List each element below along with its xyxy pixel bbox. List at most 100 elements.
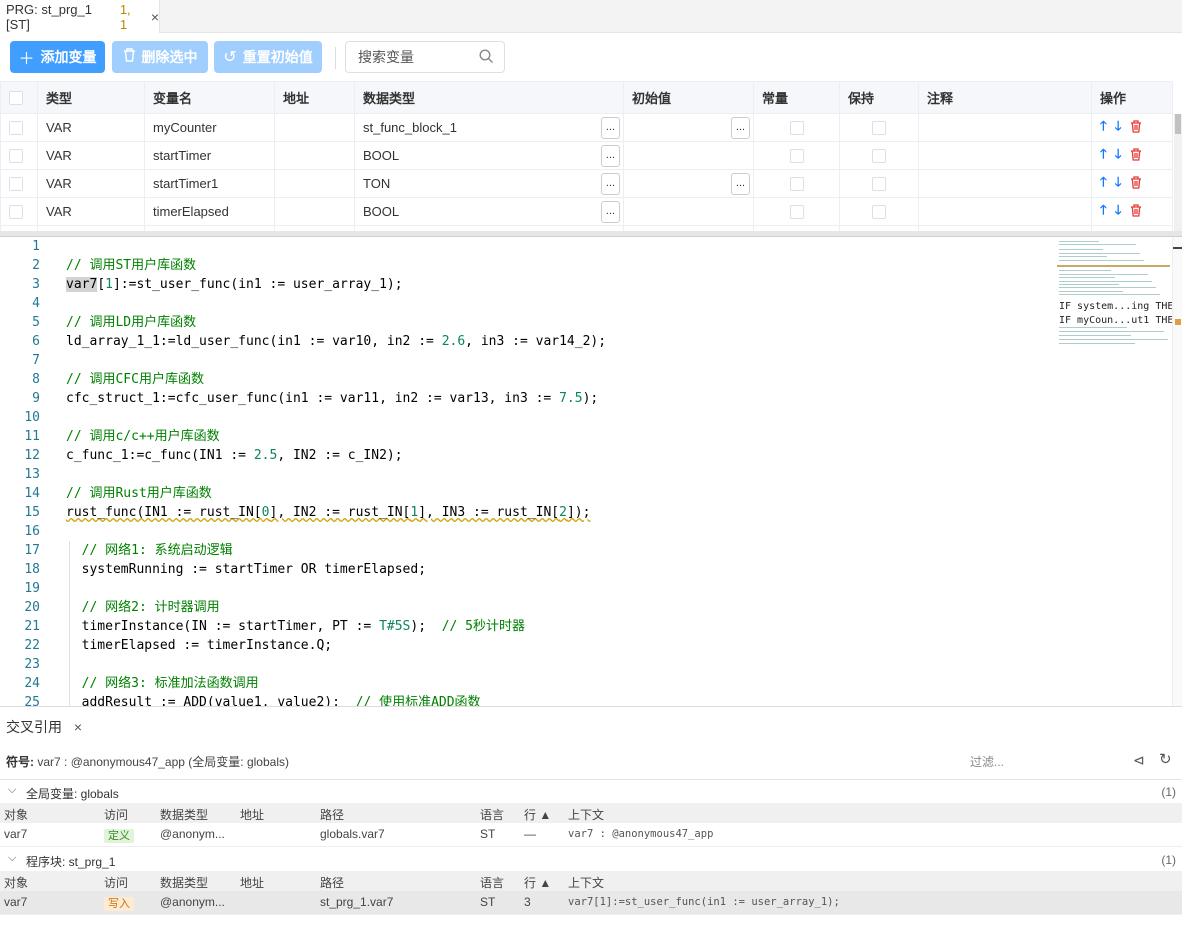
- add-variable-button[interactable]: ＋ 添加变量: [10, 41, 105, 73]
- reset-initial-values-button[interactable]: ↺ 重置初始值: [214, 41, 322, 73]
- code-line[interactable]: systemRunning := startTimer OR timerElap…: [66, 560, 426, 579]
- var-data-type[interactable]: BOOL: [363, 204, 399, 219]
- actions-cell[interactable]: 🡑 🡓: [1091, 141, 1173, 170]
- retain-checkbox[interactable]: [872, 177, 886, 192]
- name-cell[interactable]: startTimer: [144, 141, 275, 170]
- row-checkbox[interactable]: [9, 177, 23, 192]
- select-cell[interactable]: [0, 197, 38, 226]
- code-line[interactable]: timerInstance(IN := startTimer, PT := T#…: [66, 617, 525, 636]
- code-line[interactable]: ld_array_1_1:=ld_user_func(in1 := var10,…: [66, 332, 606, 351]
- name-cell[interactable]: startTimer1: [144, 169, 275, 198]
- delete-row-icon[interactable]: [1130, 119, 1142, 136]
- initial-value-picker-button[interactable]: ...: [731, 117, 750, 139]
- pin-icon[interactable]: ⊲: [1133, 752, 1145, 769]
- kind-cell[interactable]: VAR: [37, 113, 145, 142]
- code-line[interactable]: addResult := ADD(value1, value2); // 使用标…: [66, 693, 481, 706]
- move-down-icon[interactable]: 🡓: [1115, 173, 1122, 195]
- select-cell[interactable]: [0, 141, 38, 170]
- delete-row-icon[interactable]: [1130, 175, 1142, 192]
- retain-cell[interactable]: [839, 197, 919, 226]
- data-type-cell[interactable]: st_func_block_1...: [354, 113, 624, 142]
- name-cell[interactable]: myCounter: [144, 113, 275, 142]
- retain-cell[interactable]: [839, 113, 919, 142]
- retain-checkbox[interactable]: [872, 121, 886, 136]
- reference-row[interactable]: var7 定义 @anonym... globals.var7 ST — var7 : @a…: [0, 823, 1182, 847]
- comment-cell[interactable]: [918, 141, 1092, 170]
- constant-cell[interactable]: [753, 113, 840, 142]
- code-editor[interactable]: 1 2// 调用ST用户库函数 3 var7[1]:=st_user_func(in1…: [0, 237, 1182, 706]
- data-type-cell[interactable]: BOOL...: [354, 197, 624, 226]
- code-line[interactable]: // 调用Rust用户库函数: [66, 484, 212, 503]
- address-cell[interactable]: [274, 141, 355, 170]
- delete-selected-button[interactable]: 删除选中: [112, 41, 208, 73]
- constant-checkbox[interactable]: [789, 149, 804, 164]
- reference-row[interactable]: var7 写入 @anonym... st_prg_1.var7 ST 3 var7[1]:…: [0, 891, 1182, 915]
- kind-cell[interactable]: VAR: [37, 141, 145, 170]
- initial-value-cell[interactable]: [623, 141, 754, 170]
- var-name[interactable]: startTimer: [153, 148, 211, 163]
- kind-cell[interactable]: VAR: [37, 197, 145, 226]
- code-line[interactable]: // 调用c/c++用户库函数: [66, 427, 220, 446]
- code-line[interactable]: var7[1]:=st_user_func(in1 := user_array_…: [66, 275, 403, 294]
- table-row[interactable]: VAR startTimer BOOL... 🡑 🡓: [0, 141, 1173, 170]
- reference-column-header[interactable]: 行 ▲: [524, 874, 551, 891]
- var-name[interactable]: myCounter: [153, 120, 217, 135]
- refresh-icon[interactable]: ↻: [1159, 750, 1172, 768]
- row-checkbox[interactable]: [9, 121, 23, 136]
- actions-cell[interactable]: 🡑 🡓: [1091, 197, 1173, 226]
- reference-group[interactable]: ⌵ 程序块: st_prg_1 (1): [0, 849, 1182, 871]
- data-type-picker-button[interactable]: ...: [601, 201, 620, 223]
- row-checkbox[interactable]: [9, 205, 23, 220]
- select-all-checkbox[interactable]: [9, 91, 23, 106]
- editor-scrollbar[interactable]: [1172, 237, 1182, 706]
- move-up-icon[interactable]: 🡑: [1100, 173, 1107, 195]
- select-cell[interactable]: [0, 113, 38, 142]
- address-cell[interactable]: [274, 197, 355, 226]
- select-all-cell[interactable]: [0, 81, 38, 114]
- retain-checkbox[interactable]: [872, 205, 886, 220]
- var-data-type[interactable]: st_func_block_1: [363, 120, 457, 135]
- initial-value-cell[interactable]: [623, 197, 754, 226]
- var-name[interactable]: startTimer1: [153, 176, 218, 191]
- close-icon[interactable]: ×: [151, 9, 159, 25]
- initial-value-picker-button[interactable]: ...: [731, 173, 750, 195]
- constant-checkbox[interactable]: [789, 121, 804, 136]
- move-down-icon[interactable]: 🡓: [1115, 117, 1122, 139]
- constant-checkbox[interactable]: [789, 205, 804, 220]
- chevron-down-icon[interactable]: ⌵: [8, 852, 16, 865]
- actions-cell[interactable]: 🡑 🡓: [1091, 169, 1173, 198]
- data-type-cell[interactable]: TON...: [354, 169, 624, 198]
- delete-row-icon[interactable]: [1130, 147, 1142, 164]
- move-up-icon[interactable]: 🡑: [1100, 117, 1107, 139]
- code-line[interactable]: // 调用CFC用户库函数: [66, 370, 204, 389]
- table-row[interactable]: VAR myCounter st_func_block_1...... 🡑 🡓: [0, 113, 1173, 142]
- search-icon[interactable]: [479, 49, 494, 67]
- table-row[interactable]: VAR startTimer1 TON...... 🡑 🡓: [0, 169, 1173, 198]
- code-line[interactable]: c_func_1:=c_func(IN1 := 2.5, IN2 := c_IN…: [66, 446, 403, 465]
- code-line[interactable]: // 调用ST用户库函数: [66, 256, 196, 275]
- comment-cell[interactable]: [918, 197, 1092, 226]
- retain-cell[interactable]: [839, 169, 919, 198]
- select-cell[interactable]: [0, 169, 38, 198]
- table-row[interactable]: VAR timerElapsed BOOL... 🡑 🡓: [0, 197, 1173, 226]
- code-line[interactable]: // 调用LD用户库函数: [66, 313, 196, 332]
- retain-cell[interactable]: [839, 141, 919, 170]
- move-up-icon[interactable]: 🡑: [1100, 145, 1107, 167]
- minimap[interactable]: IF system...ing THEN IF myCoun...ut1 THE…: [1057, 237, 1179, 347]
- constant-cell[interactable]: [753, 169, 840, 198]
- address-cell[interactable]: [274, 113, 355, 142]
- constant-cell[interactable]: [753, 197, 840, 226]
- data-type-picker-button[interactable]: ...: [601, 145, 620, 167]
- move-up-icon[interactable]: 🡑: [1100, 201, 1107, 223]
- code-line[interactable]: timerElapsed := timerInstance.Q;: [66, 636, 332, 655]
- name-cell[interactable]: timerElapsed: [144, 197, 275, 226]
- constant-checkbox[interactable]: [789, 177, 804, 192]
- data-type-picker-button[interactable]: ...: [601, 117, 620, 139]
- comment-cell[interactable]: [918, 169, 1092, 198]
- variable-search-box[interactable]: [345, 41, 505, 73]
- tab-st-prg-1[interactable]: PRG: st_prg_1 [ST] 1, 1 ×: [0, 0, 160, 33]
- move-down-icon[interactable]: 🡓: [1115, 201, 1122, 223]
- comment-cell[interactable]: [918, 113, 1092, 142]
- var-name[interactable]: timerElapsed: [153, 204, 229, 219]
- kind-cell[interactable]: VAR: [37, 169, 145, 198]
